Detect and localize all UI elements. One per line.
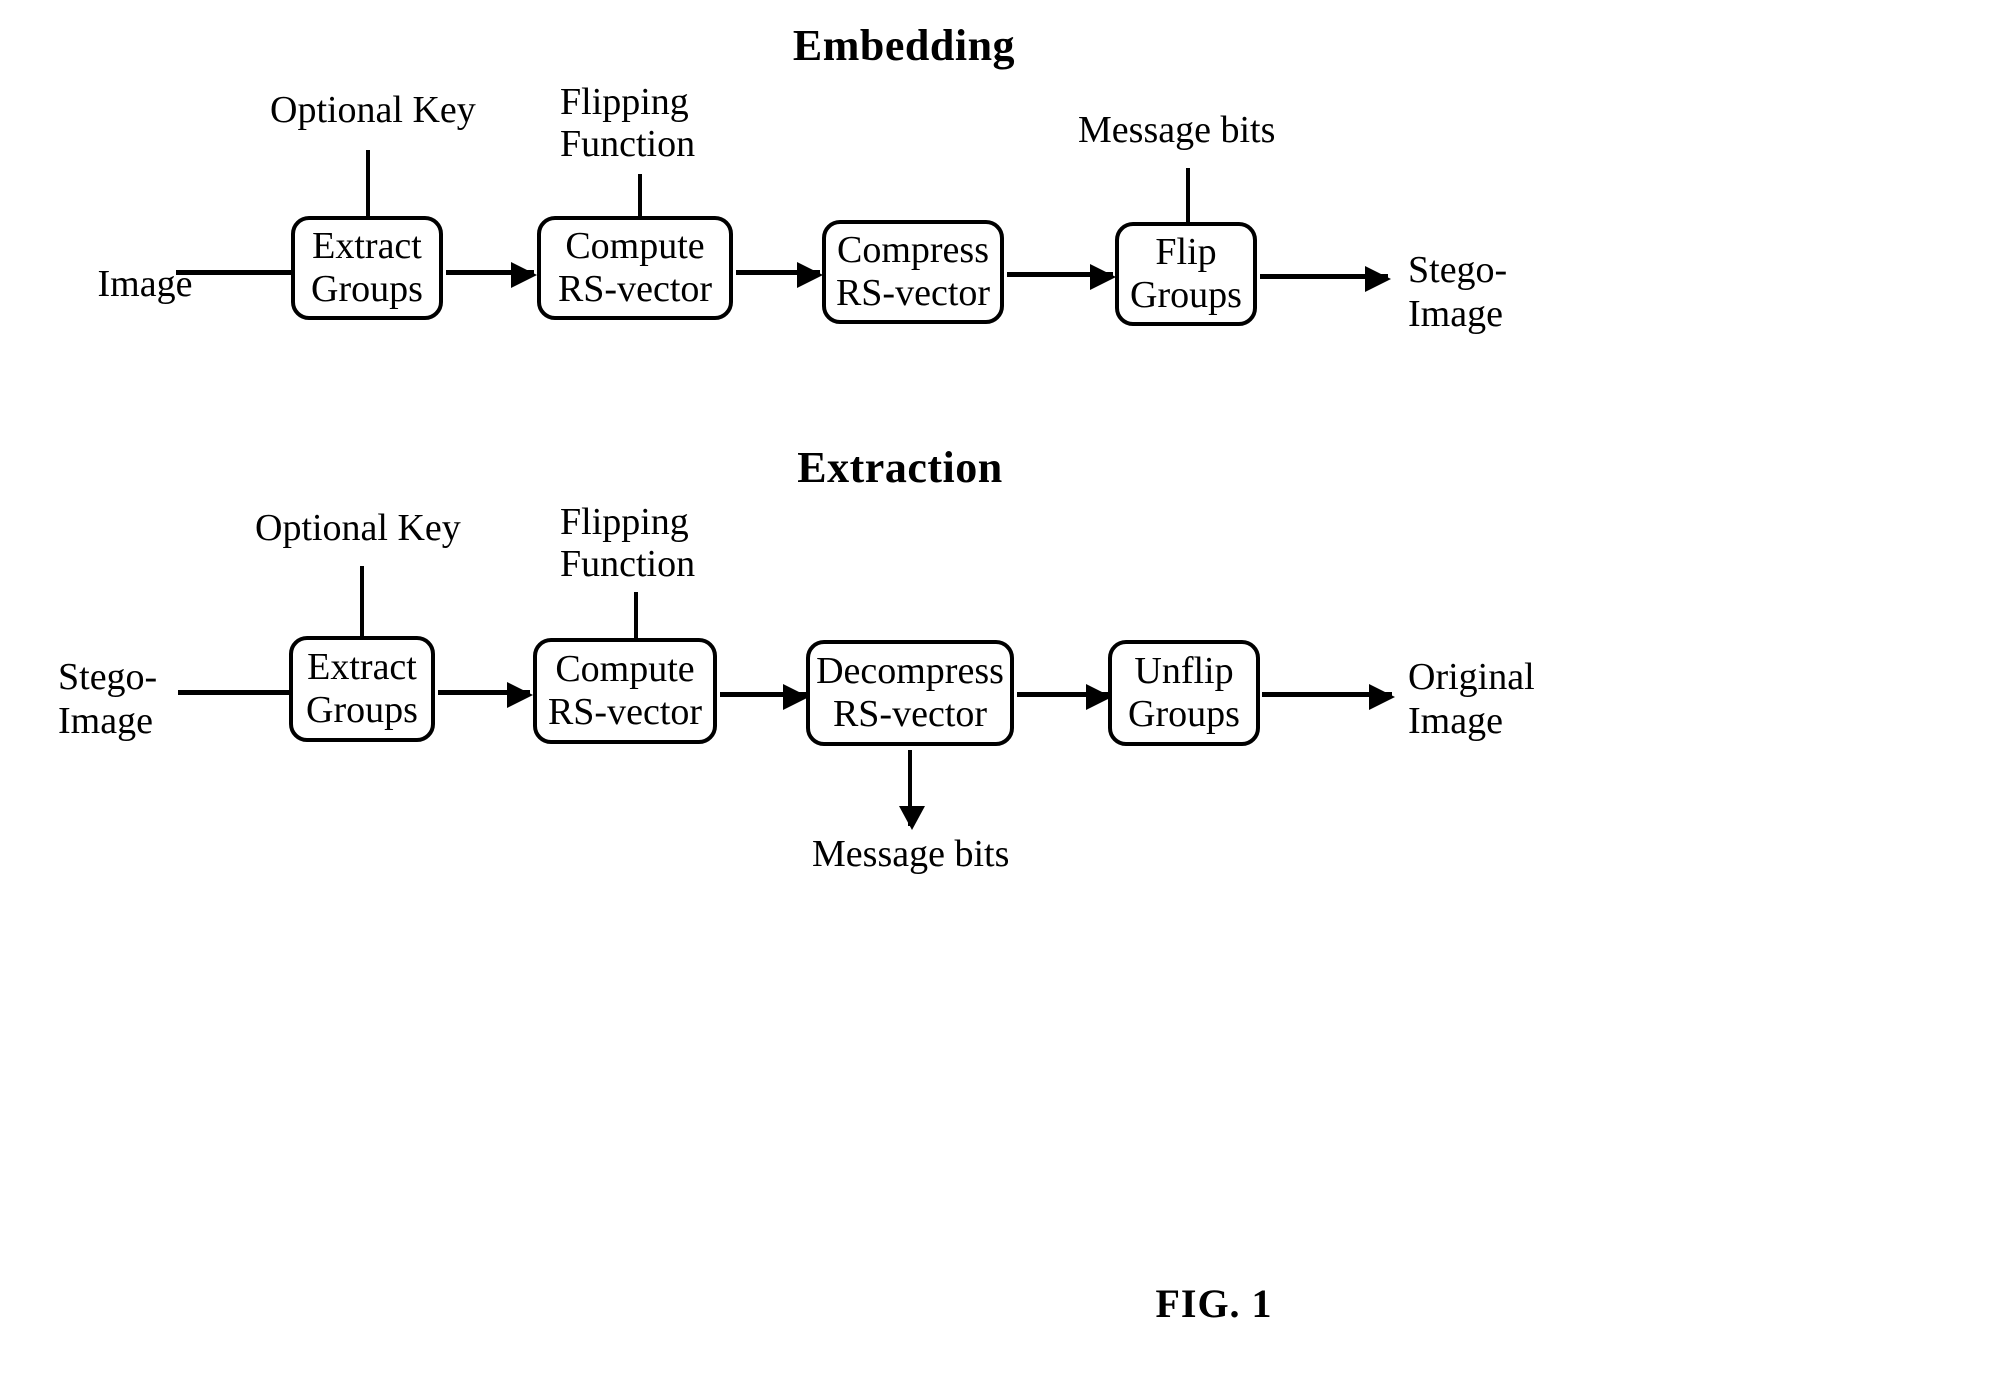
- embedding-output-label-line1: Stego-: [1408, 249, 1508, 291]
- extraction-message-bits-arrow: [899, 750, 925, 830]
- box-label-line2: RS-vector: [547, 691, 703, 733]
- extraction-output-label-line2: Image: [1408, 700, 1503, 743]
- extraction-flipping-function-label-line1: Flipping: [560, 501, 689, 543]
- box-label-line1: Extract: [312, 224, 422, 267]
- box-label-line2: Groups: [311, 268, 423, 310]
- embedding-box-flip-groups[interactable]: Flip Groups: [1115, 222, 1257, 326]
- extraction-input-label-line2: Image: [58, 700, 153, 743]
- extraction-box-extract-groups[interactable]: Extract Groups: [289, 636, 435, 742]
- embedding-output-label-line2: Image: [1408, 293, 1503, 336]
- box-label-line2: RS-vector: [835, 272, 991, 314]
- box-label-line2: Groups: [1130, 274, 1242, 316]
- extraction-output-label: Original Image: [1408, 655, 1628, 743]
- box-label-line2: RS-vector: [832, 693, 988, 735]
- extraction-box-decompress-rs-vector[interactable]: Decompress RS-vector: [806, 640, 1014, 746]
- extraction-output-label-line1: Original: [1408, 656, 1535, 698]
- box-label-line2: RS-vector: [557, 268, 713, 310]
- embedding-message-bits-label: Message bits: [1078, 109, 1276, 151]
- embedding-flipping-function-label-line1: Flipping: [560, 81, 689, 123]
- extraction-optional-key-label: Optional Key: [255, 507, 461, 549]
- extraction-flipping-function-label-line2: Function: [560, 543, 696, 585]
- box-label-line1: Unflip: [1134, 649, 1234, 692]
- figure-caption: FIG. 1: [1155, 1281, 1273, 1326]
- embedding-arrow-2: [736, 262, 823, 288]
- embedding-input-label: Image: [97, 263, 193, 305]
- box-label-line1: Decompress: [816, 649, 1004, 692]
- extraction-arrow-3: [1017, 684, 1112, 710]
- embedding-optional-key-label: Optional Key: [270, 89, 476, 131]
- embedding-output-arrow: [1260, 266, 1391, 292]
- extraction-box-compute-rs-vector[interactable]: Compute RS-vector: [533, 638, 717, 744]
- extraction-input-label: Stego- Image: [58, 655, 248, 743]
- extraction-arrow-1: [438, 682, 533, 708]
- embedding-section-title: Embedding: [792, 21, 1016, 70]
- extraction-box-unflip-groups[interactable]: Unflip Groups: [1108, 640, 1260, 746]
- box-label-line2: Groups: [306, 689, 418, 731]
- embedding-box-compress-rs-vector[interactable]: Compress RS-vector: [822, 220, 1004, 324]
- embedding-box-extract-groups[interactable]: Extract Groups: [291, 216, 443, 320]
- figure-page: Embedding Optional Key Flipping Function…: [0, 0, 2006, 1382]
- box-label-line1: Compute: [565, 224, 705, 267]
- extraction-section-title: Extraction: [797, 443, 1003, 492]
- embedding-arrow-1: [446, 262, 537, 288]
- box-label-line1: Compress: [837, 228, 989, 271]
- box-label-line1: Flip: [1155, 230, 1217, 273]
- extraction-output-arrow: [1262, 684, 1395, 710]
- box-label-line2: Groups: [1128, 693, 1240, 735]
- embedding-box-compute-rs-vector[interactable]: Compute RS-vector: [537, 216, 733, 320]
- extraction-arrow-2: [720, 684, 809, 710]
- box-label-line1: Compute: [555, 647, 695, 690]
- box-label-line1: Extract: [307, 645, 417, 688]
- embedding-arrow-3: [1007, 264, 1116, 290]
- embedding-flipping-function-label-line2: Function: [560, 123, 696, 165]
- embedding-output-label: Stego- Image: [1408, 248, 1628, 336]
- extraction-message-bits-label: Message bits: [812, 833, 1010, 875]
